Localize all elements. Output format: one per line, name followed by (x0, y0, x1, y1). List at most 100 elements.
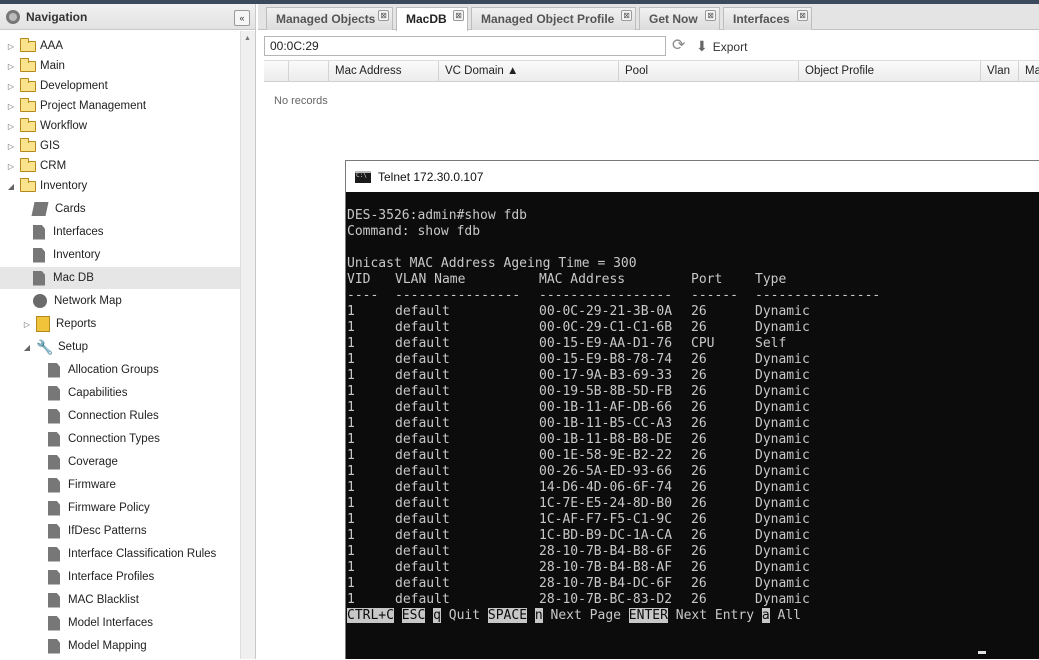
terminal-cell: 1 (347, 320, 355, 335)
sidebar-item-project-management[interactable]: ▷ Project Management (0, 95, 240, 117)
terminal-output[interactable]: DES-3526:admin#show fdb Command: show fd… (346, 192, 1039, 660)
tab-macdb[interactable]: MacDB ⊠ (396, 7, 468, 31)
expand-arrow-icon[interactable]: ▷ (6, 142, 16, 151)
terminal-cell: ---------------- (755, 288, 881, 303)
sidebar-item-firmware-policy[interactable]: Firmware Policy (0, 497, 240, 519)
telnet-titlebar[interactable]: Telnet 172.30.0.107 (346, 161, 1039, 192)
terminal-cell: Dynamic (755, 304, 810, 319)
sidebar-item-firmware[interactable]: Firmware (0, 474, 240, 496)
sidebar-item-aaa[interactable]: ▷ AAA (0, 35, 240, 57)
expand-arrow-icon[interactable]: ▷ (6, 162, 16, 171)
terminal-cursor (978, 651, 986, 654)
grid-checkbox-column[interactable] (264, 61, 288, 82)
collapse-arrow-icon[interactable]: ◢ (22, 343, 32, 352)
sidebar-item-gis[interactable]: ▷ GIS (0, 135, 240, 157)
terminal-key-hint: n (534, 608, 543, 623)
sidebar-item-development[interactable]: ▷ Development (0, 75, 240, 97)
terminal-cell: Port (691, 272, 723, 287)
sidebar-item-interface-profiles[interactable]: Interface Profiles (0, 566, 240, 588)
tab-get-now[interactable]: Get Now ⊠ (639, 7, 720, 30)
expand-arrow-icon[interactable]: ▷ (6, 42, 16, 51)
expand-arrow-icon[interactable]: ▷ (6, 122, 16, 131)
sidebar-item-main[interactable]: ▷ Main (0, 55, 240, 77)
sidebar-item-connection-types[interactable]: Connection Types (0, 428, 240, 450)
sidebar-item-allocation-groups[interactable]: Allocation Groups (0, 359, 240, 381)
tab-managed-object-profile[interactable]: Managed Object Profile ⊠ (471, 7, 636, 30)
sidebar-item-label: Model Mapping (68, 640, 147, 652)
grid-column-ma[interactable]: Ma (1018, 61, 1039, 82)
document-icon (33, 224, 45, 240)
terminal-cell: 26 (691, 448, 707, 463)
terminal-cell: 1 (347, 528, 355, 543)
sidebar-item-mac-db[interactable]: Mac DB (0, 267, 240, 289)
sidebar-item-mac-blacklist[interactable]: MAC Blacklist (0, 589, 240, 611)
terminal-cell: Dynamic (755, 528, 810, 543)
terminal-ageing-line: Unicast MAC Address Ageing Time = 300 (347, 256, 637, 271)
export-button[interactable]: ⬇ Export (696, 38, 747, 55)
sidebar-item-label: Firmware (68, 479, 116, 491)
sidebar-item-label: MAC Blacklist (68, 594, 139, 606)
expand-arrow-icon[interactable]: ▷ (6, 82, 16, 91)
tab-interfaces[interactable]: Interfaces ⊠ (723, 7, 812, 30)
telnet-window[interactable]: Telnet 172.30.0.107 DES-3526:admin#show … (345, 160, 1039, 659)
sidebar-item-interfaces[interactable]: Interfaces (0, 221, 240, 243)
terminal-cell: 26 (691, 416, 707, 431)
scroll-up-icon[interactable]: ▲ (244, 35, 251, 42)
terminal-cell: default (395, 528, 450, 543)
terminal-cell: 1C-BD-B9-DC-1A-CA (539, 528, 673, 543)
sidebar-item-cards[interactable]: Cards (0, 198, 240, 220)
expand-arrow-icon[interactable]: ▷ (6, 62, 16, 71)
terminal-cell: 1 (347, 576, 355, 591)
sidebar-item-network-map[interactable]: Network Map (0, 290, 240, 312)
collapse-panel-button[interactable]: « (234, 10, 250, 26)
terminal-cell: ---------------- (395, 288, 521, 303)
sidebar-item-workflow[interactable]: ▷ Workflow (0, 115, 240, 137)
refresh-icon[interactable]: ⟳ (672, 37, 685, 55)
sidebar-item-crm[interactable]: ▷ CRM (0, 155, 240, 177)
sidebar-item-coverage[interactable]: Coverage (0, 451, 240, 473)
terminal-cell: 1 (347, 560, 355, 575)
sidebar-item-capabilities[interactable]: Capabilities (0, 382, 240, 404)
fdb-row: 1 default 00-1E-58-9E-B2-22 26 Dynamic (347, 448, 1037, 464)
terminal-cell: Dynamic (755, 496, 810, 511)
document-icon (48, 638, 60, 654)
close-tab-icon[interactable]: ⊠ (797, 10, 808, 21)
sidebar-item-reports[interactable]: ▷ Reports (0, 313, 240, 335)
tab-managed-objects[interactable]: Managed Objects ⊠ (266, 7, 393, 30)
close-tab-icon[interactable]: ⊠ (378, 10, 389, 21)
close-tab-icon[interactable]: ⊠ (705, 10, 716, 21)
sidebar-item-ifdesc-patterns[interactable]: IfDesc Patterns (0, 520, 240, 542)
expand-arrow-icon[interactable]: ▷ (6, 102, 16, 111)
sidebar-item-setup[interactable]: ◢ 🔧 Setup (0, 336, 240, 358)
sidebar-item-interface-classification-rules[interactable]: Interface Classification Rules (0, 543, 240, 565)
grid-column-row-number[interactable] (288, 61, 328, 82)
terminal-cell: default (395, 352, 450, 367)
mac-search-input[interactable] (264, 36, 666, 56)
grid-column-vlan[interactable]: Vlan (980, 61, 1018, 82)
document-icon (48, 500, 60, 516)
grid-column-pool[interactable]: Pool (618, 61, 798, 82)
terminal-cell: default (395, 336, 450, 351)
grid-column-object-profile[interactable]: Object Profile (798, 61, 980, 82)
grid-column-vc-domain[interactable]: VC Domain ▲ (438, 61, 618, 82)
terminal-cell: 00-17-9A-B3-69-33 (539, 368, 673, 383)
grid-column-mac-address[interactable]: Mac Address (328, 61, 438, 82)
reports-icon (36, 316, 50, 332)
close-tab-icon[interactable]: ⊠ (621, 10, 632, 21)
terminal-cell: 26 (691, 384, 707, 399)
terminal-cell: 26 (691, 368, 707, 383)
sidebar-item-connection-rules[interactable]: Connection Rules (0, 405, 240, 427)
sidebar-item-model-mapping[interactable]: Model Mapping (0, 635, 240, 657)
sidebar-item-inventory-page[interactable]: Inventory (0, 244, 240, 266)
tree-scrollbar[interactable]: ▲ (240, 31, 255, 659)
sidebar-item-model-interfaces[interactable]: Model Interfaces (0, 612, 240, 634)
expand-arrow-icon[interactable]: ▷ (22, 320, 32, 329)
fdb-row: 1 default 1C-7E-E5-24-8D-B0 26 Dynamic (347, 496, 1037, 512)
terminal-cell: Dynamic (755, 432, 810, 447)
sidebar-item-inventory[interactable]: ◢ Inventory (0, 175, 240, 197)
collapse-arrow-icon[interactable]: ◢ (6, 182, 16, 191)
terminal-hint-text (527, 608, 535, 623)
document-icon (48, 408, 60, 424)
fdb-row: 1 default 00-19-5B-8B-5D-FB 26 Dynamic (347, 384, 1037, 400)
close-tab-icon[interactable]: ⊠ (453, 10, 464, 21)
